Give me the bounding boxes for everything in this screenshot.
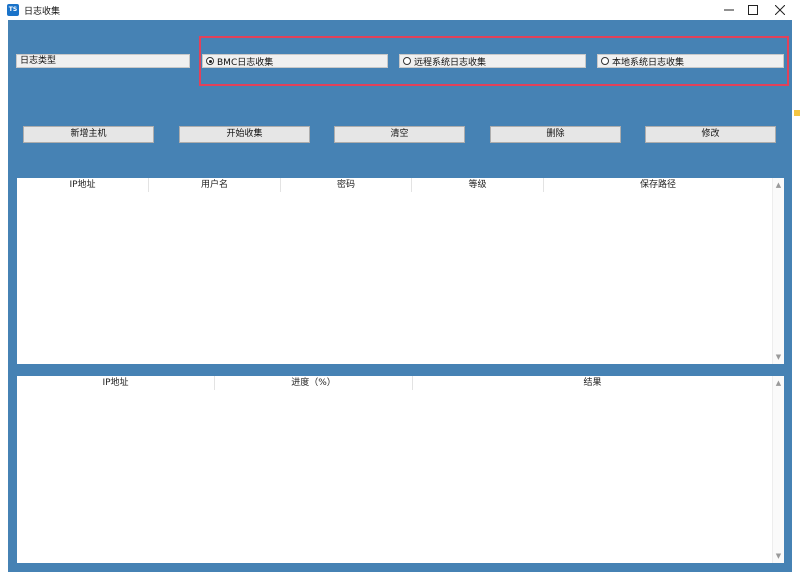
radio-remote-system-log[interactable]: 远程系统日志收集 — [399, 54, 586, 68]
window-edge-bottom — [0, 572, 800, 580]
radio-selected-icon — [206, 57, 214, 65]
column-header-username[interactable]: 用户名 — [149, 178, 281, 192]
column-header-progress[interactable]: 进度（%） — [215, 376, 413, 390]
background-fragment — [794, 110, 800, 116]
radio-local-system-log[interactable]: 本地系统日志收集 — [597, 54, 784, 68]
column-header-ip[interactable]: IP地址 — [17, 178, 149, 192]
clear-button[interactable]: 清空 — [334, 126, 465, 143]
delete-button[interactable]: 删除 — [490, 126, 621, 143]
column-header-ip[interactable]: IP地址 — [17, 376, 215, 390]
radio-unselected-icon — [403, 57, 411, 65]
host-table-scrollbar[interactable]: ▲ ▼ — [772, 178, 784, 364]
radio-label: 本地系统日志收集 — [612, 57, 685, 68]
column-header-level[interactable]: 等级 — [412, 178, 544, 192]
column-header-password[interactable]: 密码 — [281, 178, 412, 192]
maximize-icon — [748, 5, 758, 15]
radio-unselected-icon — [601, 57, 609, 65]
host-table[interactable]: IP地址 用户名 密码 等级 保存路径 ▲ ▼ — [17, 178, 784, 364]
maximize-button[interactable] — [739, 0, 767, 20]
minimize-icon — [724, 9, 734, 11]
scroll-up-icon[interactable]: ▲ — [773, 378, 784, 388]
window-edge — [792, 20, 800, 580]
title-bar: TS 日志收集 — [0, 0, 800, 20]
radio-bmc-log[interactable]: BMC日志收集 — [202, 54, 388, 68]
scroll-up-icon[interactable]: ▲ — [773, 180, 784, 190]
start-collect-button[interactable]: 开始收集 — [179, 126, 310, 143]
close-icon — [775, 5, 785, 15]
radio-label: 远程系统日志收集 — [414, 57, 487, 68]
log-type-label: 日志类型 — [16, 54, 190, 68]
result-table-scrollbar[interactable]: ▲ ▼ — [772, 376, 784, 563]
result-table[interactable]: IP地址 进度（%） 结果 ▲ ▼ — [17, 376, 784, 563]
scroll-down-icon[interactable]: ▼ — [773, 551, 784, 561]
radio-label: BMC日志收集 — [217, 57, 274, 68]
close-button[interactable] — [766, 0, 794, 20]
column-header-result[interactable]: 结果 — [413, 376, 772, 390]
column-header-save-path[interactable]: 保存路径 — [544, 178, 772, 192]
result-table-header: IP地址 进度（%） 结果 — [17, 376, 772, 390]
modify-button[interactable]: 修改 — [645, 126, 776, 143]
app-icon: TS — [7, 4, 19, 16]
scroll-down-icon[interactable]: ▼ — [773, 352, 784, 362]
host-table-header: IP地址 用户名 密码 等级 保存路径 — [17, 178, 772, 192]
add-host-button[interactable]: 新增主机 — [23, 126, 154, 143]
window-title: 日志收集 — [24, 7, 61, 17]
